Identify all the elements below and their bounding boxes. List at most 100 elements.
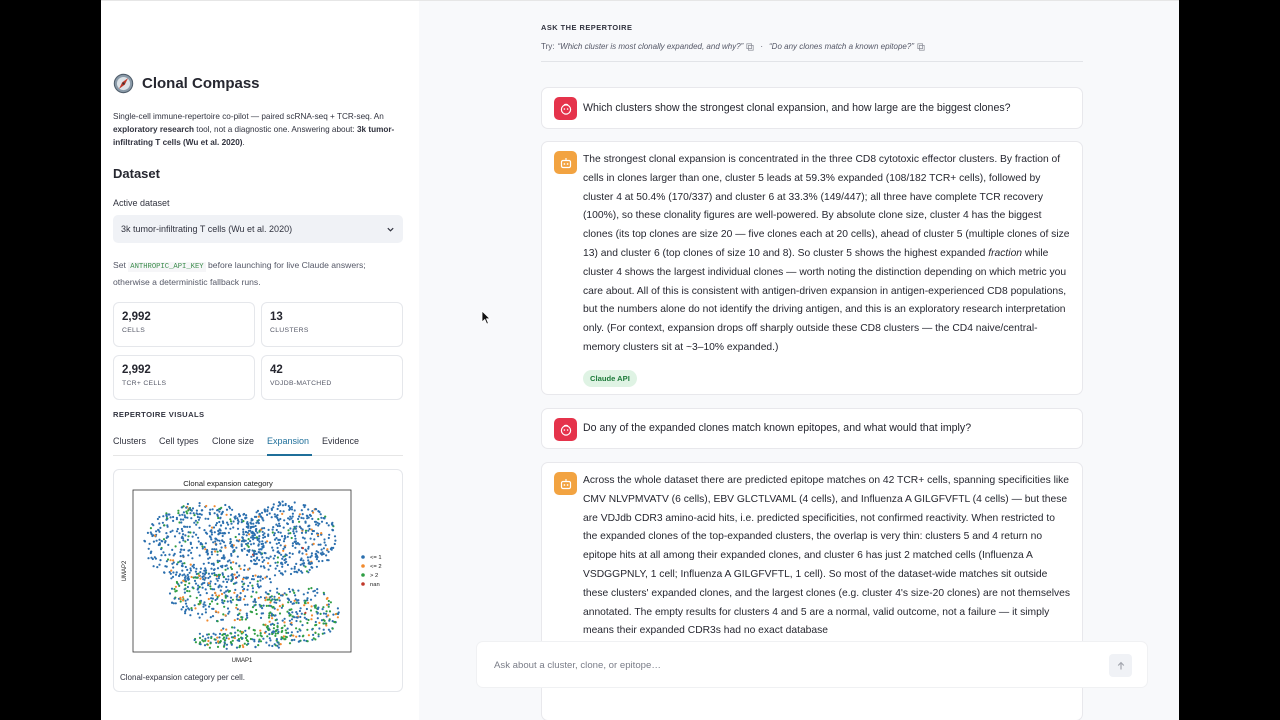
umap-point <box>266 627 269 630</box>
umap-point <box>219 532 222 535</box>
tab-expansion[interactable]: Expansion <box>267 436 309 446</box>
umap-point <box>245 614 249 617</box>
umap-point <box>307 562 310 565</box>
umap-point <box>246 588 249 591</box>
app-intro: Single-cell immune-repertoire co-pilot —… <box>113 110 397 149</box>
brand: Clonal Compass <box>113 73 260 94</box>
umap-point <box>310 614 314 617</box>
umap-point <box>268 633 271 636</box>
umap-point <box>195 567 198 570</box>
umap-point <box>241 549 244 552</box>
umap-point <box>146 531 149 534</box>
umap-point <box>249 581 252 584</box>
umap-point <box>201 586 204 589</box>
suggestion-2[interactable]: “Do any clones match a known epitope?” <box>769 42 914 51</box>
umap-point <box>323 593 326 596</box>
umap-point <box>156 517 159 521</box>
umap-point <box>266 635 269 638</box>
umap-point <box>282 547 285 550</box>
umap-point <box>291 515 294 518</box>
umap-point <box>230 632 233 635</box>
umap-point <box>242 513 245 516</box>
umap-point <box>229 513 232 516</box>
umap-point <box>227 578 230 581</box>
tab-cell-types[interactable]: Cell types <box>159 436 199 446</box>
umap-point <box>226 580 229 584</box>
umap-point <box>147 547 150 550</box>
umap-point <box>238 612 241 615</box>
umap-point <box>291 544 294 547</box>
umap-point <box>281 512 284 515</box>
umap-point <box>225 508 229 511</box>
umap-point <box>281 572 284 575</box>
umap-point <box>182 505 185 508</box>
suggestion-1[interactable]: “Which cluster is most clonally expanded… <box>557 42 743 51</box>
umap-point <box>301 536 305 539</box>
copy-icon[interactable] <box>917 42 925 51</box>
umap-point <box>172 602 175 605</box>
umap-point <box>327 603 330 606</box>
umap-point <box>212 541 215 544</box>
mouse-cursor-icon <box>481 310 491 325</box>
send-button[interactable] <box>1109 654 1132 677</box>
umap-point <box>302 517 305 520</box>
umap-point <box>283 534 286 538</box>
umap-point <box>168 592 172 595</box>
tab-clone-size[interactable]: Clone size <box>212 436 254 446</box>
dataset-select[interactable]: 3k tumor-infiltrating T cells (Wu et al.… <box>113 215 403 243</box>
umap-point <box>316 588 319 591</box>
umap-point <box>277 531 280 534</box>
umap-point <box>276 591 279 594</box>
umap-point <box>304 599 307 602</box>
umap-point <box>202 605 205 608</box>
umap-point <box>296 599 299 602</box>
umap-point <box>295 601 298 604</box>
user-avatar <box>554 418 577 441</box>
umap-point <box>256 583 259 586</box>
umap-point <box>229 561 232 564</box>
umap-point <box>263 527 266 530</box>
umap-point <box>254 574 257 577</box>
umap-point <box>314 594 317 597</box>
copy-icon[interactable] <box>746 42 754 51</box>
umap-point <box>175 530 179 533</box>
umap-point <box>179 555 182 558</box>
umap-point <box>296 630 299 633</box>
umap-point <box>212 563 215 566</box>
umap-point <box>207 582 211 585</box>
umap-point <box>273 513 276 516</box>
umap-point <box>192 531 195 534</box>
umap-point <box>289 532 292 535</box>
tab-clusters[interactable]: Clusters <box>113 436 146 446</box>
umap-point <box>274 598 277 602</box>
umap-point <box>208 605 211 608</box>
umap-point <box>310 587 313 590</box>
umap-point <box>314 552 317 555</box>
umap-point <box>209 508 212 511</box>
umap-point <box>320 516 323 519</box>
umap-point <box>241 637 244 640</box>
umap-point <box>181 513 184 516</box>
umap-point <box>204 576 207 579</box>
user-message: Which clusters show the strongest clonal… <box>541 87 1083 129</box>
umap-point <box>235 606 238 609</box>
umap-point <box>162 515 165 518</box>
umap-point <box>172 519 175 522</box>
umap-point <box>324 612 328 615</box>
umap-point <box>222 575 225 578</box>
umap-point <box>252 628 255 632</box>
umap-point <box>218 559 221 563</box>
tab-evidence[interactable]: Evidence <box>322 436 359 446</box>
umap-point <box>211 588 214 591</box>
umap-point <box>267 616 271 619</box>
umap-point <box>325 554 328 557</box>
umap-point <box>214 598 217 602</box>
umap-point <box>235 595 238 598</box>
chat-input[interactable] <box>494 656 1094 674</box>
umap-point <box>294 537 297 540</box>
umap-point <box>225 634 228 637</box>
umap-point <box>220 618 223 621</box>
umap-point <box>188 571 191 574</box>
umap-point <box>268 644 271 647</box>
umap-point <box>250 578 254 581</box>
